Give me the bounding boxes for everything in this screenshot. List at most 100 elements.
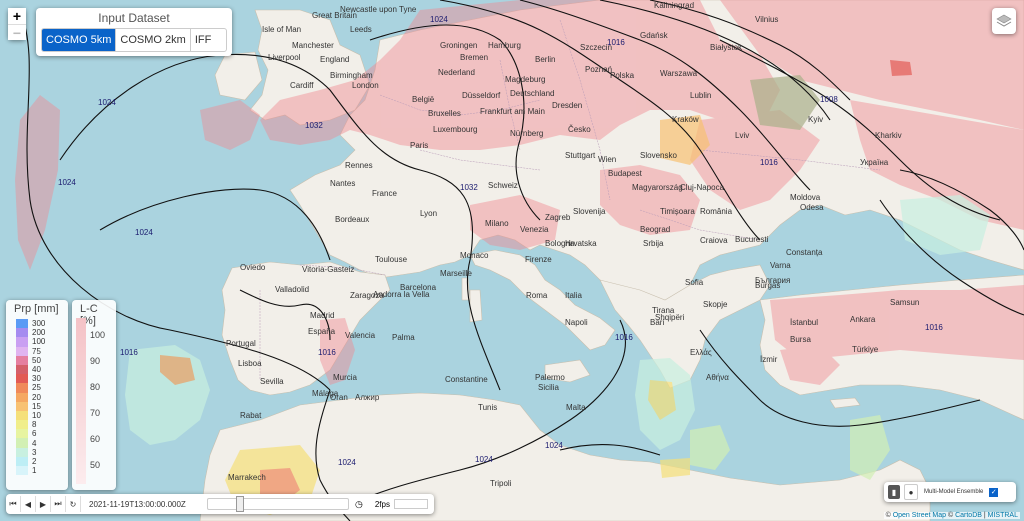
precipitation-legend-item: 100 bbox=[16, 337, 68, 347]
place-label: Zagreb bbox=[545, 213, 571, 222]
previous-frame-button[interactable]: ◀ bbox=[21, 496, 36, 512]
place-label: Newcastle upon Tyne bbox=[340, 5, 417, 14]
place-label: Bucuresti bbox=[735, 235, 769, 244]
weather-map[interactable]: 1024 1032 1024 1024 1016 1008 1016 1024 … bbox=[0, 0, 1024, 521]
place-label: Roma bbox=[526, 291, 548, 300]
legend-label: 2 bbox=[32, 456, 37, 466]
attribution-separator: | bbox=[983, 512, 986, 519]
place-label: Paris bbox=[410, 141, 428, 150]
layers-button[interactable] bbox=[992, 8, 1016, 34]
drop-icon[interactable]: ● bbox=[904, 484, 918, 500]
place-label: Sofia bbox=[685, 278, 704, 287]
cloud-cover-label: 90 bbox=[90, 356, 101, 366]
place-label: Bordeaux bbox=[335, 215, 369, 224]
cloud-cover-label: 80 bbox=[90, 382, 101, 392]
place-label: Oviedo bbox=[240, 263, 266, 272]
place-label: Constantine bbox=[445, 375, 488, 384]
dataset-selector: Input Dataset COSMO 5km COSMO 2km IFF bbox=[36, 8, 232, 56]
fps-slider[interactable] bbox=[393, 499, 428, 509]
place-label: Lviv bbox=[735, 131, 749, 140]
time-slider[interactable] bbox=[207, 496, 349, 512]
dataset-option-iff[interactable]: IFF bbox=[191, 29, 216, 51]
legend-label: 4 bbox=[32, 438, 37, 448]
place-label: Kaliningrad bbox=[654, 1, 694, 10]
place-label: Szczecin bbox=[580, 43, 612, 52]
attribution-copyright: © bbox=[947, 512, 954, 519]
place-label: Timișoara bbox=[660, 207, 695, 216]
precipitation-legend-item: 2 bbox=[16, 456, 68, 466]
place-label: Leeds bbox=[350, 25, 372, 34]
cartodb-link[interactable]: CartoDB bbox=[955, 512, 982, 519]
attribution: © Open Street Map © CartoDB | MISTRAL bbox=[883, 512, 1020, 519]
legend-swatch bbox=[16, 328, 28, 338]
precipitation-legend-item: 200 bbox=[16, 328, 68, 338]
place-label: Magyarország bbox=[632, 183, 683, 192]
legend-swatch bbox=[16, 456, 28, 466]
place-label: Firenze bbox=[525, 255, 552, 264]
cloud-cover-label: 60 bbox=[90, 434, 101, 444]
zoom-in-button[interactable]: + bbox=[8, 8, 26, 24]
place-label: Deutschland bbox=[510, 89, 554, 98]
place-label: Bursa bbox=[790, 335, 811, 344]
legend-swatch bbox=[16, 466, 28, 476]
time-slider-handle[interactable] bbox=[236, 496, 244, 512]
isobar-label: 1024 bbox=[98, 98, 116, 107]
place-label: Bologna bbox=[545, 239, 575, 248]
cloud-cover-label: 100 bbox=[90, 330, 106, 340]
precipitation-legend-item: 25 bbox=[16, 383, 68, 393]
place-label: Frankfurt am Main bbox=[480, 107, 545, 116]
isobar-label: 1024 bbox=[545, 441, 563, 450]
place-label: Nederland bbox=[438, 68, 475, 77]
isobar-label: 1016 bbox=[925, 323, 943, 332]
place-label: Italia bbox=[565, 291, 582, 300]
thermometer-icon[interactable]: ▮ bbox=[888, 485, 900, 499]
place-label: Monaco bbox=[460, 251, 489, 260]
place-label: Marseille bbox=[440, 269, 473, 278]
place-label: Lublin bbox=[690, 91, 711, 100]
legend-label: 6 bbox=[32, 429, 37, 439]
place-label: Varna bbox=[770, 261, 791, 270]
legend-label: 40 bbox=[32, 365, 41, 375]
first-frame-button[interactable]: ⏮ bbox=[6, 496, 21, 512]
place-label: Shqipëri bbox=[655, 313, 685, 322]
isobar-label: 1024 bbox=[58, 178, 76, 187]
place-label: Liverpool bbox=[268, 53, 301, 62]
precipitation-legend-item: 15 bbox=[16, 401, 68, 411]
place-label: Dresden bbox=[552, 101, 582, 110]
legend-label: 30 bbox=[32, 374, 41, 384]
place-label: Srbija bbox=[643, 239, 664, 248]
last-frame-button[interactable]: ⏭ bbox=[51, 496, 66, 512]
cloud-cover-legend: L-C [%] 100 90 80 70 60 50 bbox=[72, 300, 116, 490]
place-label: Madrid bbox=[310, 311, 334, 320]
place-label: Kyiv bbox=[808, 115, 823, 124]
mistral-link[interactable]: MISTRAL bbox=[988, 512, 1018, 519]
osm-link[interactable]: Open Street Map bbox=[893, 512, 946, 519]
play-button[interactable]: ▶ bbox=[36, 496, 51, 512]
precipitation-legend-item: 8 bbox=[16, 420, 68, 430]
attribution-copyright: © bbox=[885, 512, 891, 519]
dataset-option-cosmo-2km[interactable]: COSMO 2km bbox=[116, 29, 191, 51]
ensemble-checkbox[interactable]: ✓ bbox=[989, 487, 999, 497]
place-label: Skopje bbox=[703, 300, 728, 309]
place-label: Isle of Man bbox=[262, 25, 301, 34]
zoom-control: + − bbox=[8, 8, 26, 41]
time-control: ⏮ ◀ ▶ ⏭ ↻ 2021-11-19T13:00:00.000Z ◷ 2fp… bbox=[6, 494, 434, 514]
place-label: Białystok bbox=[710, 43, 743, 52]
isobar-label: 1024 bbox=[430, 15, 448, 24]
precipitation-legend-item: 75 bbox=[16, 346, 68, 356]
layers-icon bbox=[996, 14, 1012, 27]
place-label: Αθήνα bbox=[706, 373, 729, 382]
loop-button[interactable]: ↻ bbox=[66, 496, 81, 512]
place-label: Portugal bbox=[226, 339, 256, 348]
legend-label: 100 bbox=[32, 337, 46, 347]
isobar-label: 1016 bbox=[760, 158, 778, 167]
place-label: England bbox=[320, 55, 349, 64]
precipitation-legend-item: 1 bbox=[16, 466, 68, 476]
place-label: Toulouse bbox=[375, 255, 408, 264]
legend-swatch bbox=[16, 429, 28, 439]
ensemble-label: Multi-Model Ensemble bbox=[924, 489, 984, 495]
zoom-out-button[interactable]: − bbox=[8, 24, 26, 41]
current-timestamp: 2021-11-19T13:00:00.000Z bbox=[89, 499, 186, 509]
legend-label: 15 bbox=[32, 401, 41, 411]
dataset-option-cosmo-5km[interactable]: COSMO 5km bbox=[42, 29, 117, 51]
